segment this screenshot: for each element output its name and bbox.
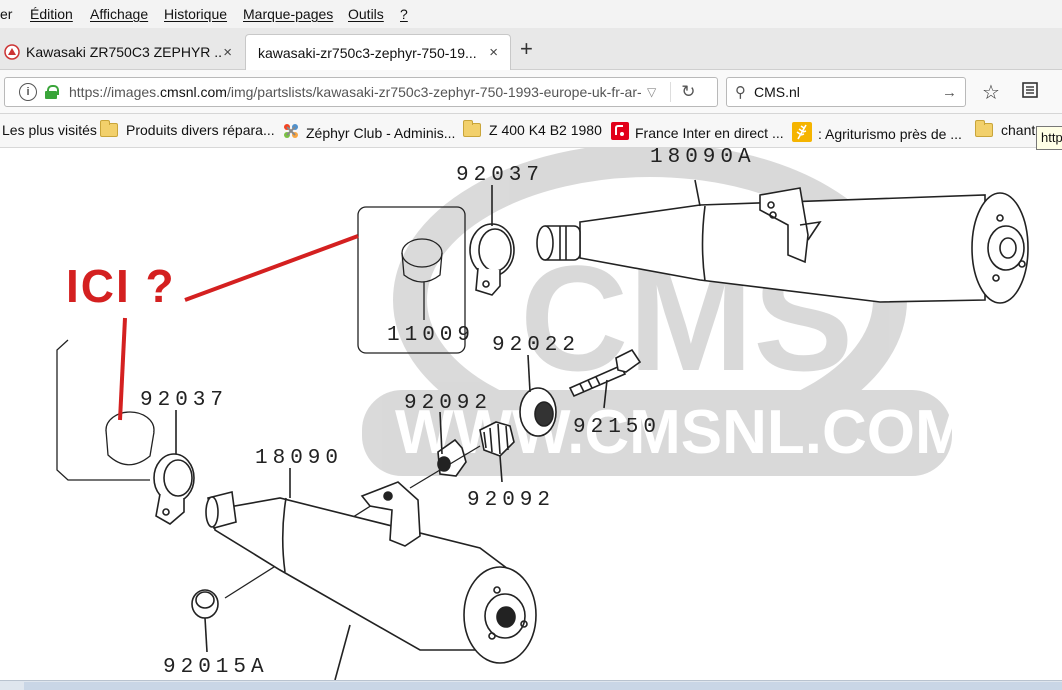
menu-item-edition[interactable]: Édition <box>30 6 73 22</box>
label-92092-b: 92092 <box>467 489 555 512</box>
folder-icon <box>463 120 481 137</box>
site-favicon-icon <box>4 44 20 60</box>
bookmark-produits-divers[interactable]: Produits divers répara... <box>100 120 275 138</box>
reload-icon[interactable]: ↻ <box>681 82 695 102</box>
label-18090: 18090 <box>255 447 343 470</box>
label-92150: 92150 <box>573 416 661 439</box>
url-text[interactable]: https://images.cmsnl.com/img/partslists/… <box>69 84 641 100</box>
bookmark-label: France Inter en direct ... <box>635 124 784 141</box>
tab-kawasaki-zephyr[interactable]: Kawasaki ZR750C3 ZEPHYR ... × <box>0 34 244 70</box>
site-info-icon[interactable]: i <box>19 83 37 101</box>
tab-title: kawasaki-zr750c3-zephyr-750-19... <box>258 44 477 61</box>
horizontal-scrollbar[interactable] <box>0 680 1062 690</box>
search-icon: ⚲ <box>735 84 746 101</box>
label-11009: 11009 <box>387 324 475 347</box>
menu-item-marque-pages[interactable]: Marque-pages <box>243 6 333 22</box>
url-bar[interactable]: i https://images.cmsnl.com/img/partslist… <box>4 77 718 107</box>
search-bar[interactable]: ⚲ CMS.nl → <box>726 77 966 107</box>
scrollbar-thumb[interactable] <box>24 682 1062 690</box>
url-separator <box>670 82 672 102</box>
bookmark-label: chant <box>1001 122 1036 138</box>
bookmark-france-inter[interactable]: France Inter en direct ... <box>611 122 784 143</box>
cap-92015a <box>191 589 219 653</box>
bookmark-chant[interactable]: chant <box>975 120 1036 138</box>
bookmark-zephyr-club[interactable]: Zéphyr Club - Adminis... <box>282 122 455 143</box>
tab-kawasaki-image[interactable]: kawasaki-zr750c3-zephyr-750-19... × <box>245 34 511 70</box>
label-18090a: 18090A <box>650 148 756 169</box>
bookmark-label: Zéphyr Club - Adminis... <box>306 124 456 141</box>
bookmarks-toolbar: Les plus visités Produits divers répara.… <box>0 114 1062 148</box>
clamp-92037-left <box>153 410 195 525</box>
label-92092-a: 92092 <box>404 392 492 415</box>
joomla-icon <box>282 122 300 143</box>
bookmark-label: Produits divers répara... <box>126 122 275 138</box>
menu-item-help[interactable]: ? <box>400 6 408 22</box>
bookmark-agriturismo[interactable]: : Agriturismo près de ... <box>792 122 962 145</box>
wheat-icon <box>792 122 812 145</box>
folder-icon <box>975 120 993 137</box>
bookmark-star-icon[interactable]: ☆ <box>982 80 1000 105</box>
search-go-icon[interactable]: → <box>942 84 957 101</box>
new-tab-button[interactable]: + <box>520 36 533 62</box>
bookmark-les-plus-visites[interactable]: Les plus visités <box>2 122 97 138</box>
bookmark-label: Z 400 K4 B2 1980 <box>489 122 602 138</box>
bookmark-label: : Agriturismo près de ... <box>818 125 962 142</box>
lock-icon <box>45 85 59 99</box>
folder-icon <box>100 120 118 137</box>
menu-item-affichage[interactable]: Affichage <box>90 6 148 22</box>
search-input[interactable]: CMS.nl <box>754 84 800 100</box>
label-92037-top: 92037 <box>456 164 544 187</box>
radio-icon <box>611 122 629 143</box>
menu-bar: er Édition Affichage Historique Marque-p… <box>0 0 1062 28</box>
navigation-bar: i https://images.cmsnl.com/img/partslist… <box>0 70 1062 114</box>
annotation-ici-text: ICI ? <box>66 260 176 312</box>
menu-item-outils[interactable]: Outils <box>348 6 384 22</box>
bookmark-label: Les plus visités <box>2 122 97 138</box>
label-92037-left: 92037 <box>140 389 228 412</box>
label-92015a: 92015A <box>163 656 269 679</box>
link-tooltip: http <box>1036 126 1062 150</box>
menu-item-fichier[interactable]: er <box>0 6 12 22</box>
parts-diagram-image: CMS WWW.CMSNL.COM ICI ? 18090A 92037 110… <box>0 148 1062 680</box>
menu-item-historique[interactable]: Historique <box>164 6 227 22</box>
label-92022: 92022 <box>492 334 580 357</box>
tab-title: Kawasaki ZR750C3 ZEPHYR ... <box>26 44 224 60</box>
reading-list-icon[interactable] <box>1020 80 1040 106</box>
tab-close-icon[interactable]: × <box>223 44 232 61</box>
url-dropdown-icon[interactable]: ▽ <box>647 85 656 99</box>
tab-close-icon[interactable]: × <box>489 44 498 61</box>
bookmark-z400[interactable]: Z 400 K4 B2 1980 <box>463 120 602 138</box>
